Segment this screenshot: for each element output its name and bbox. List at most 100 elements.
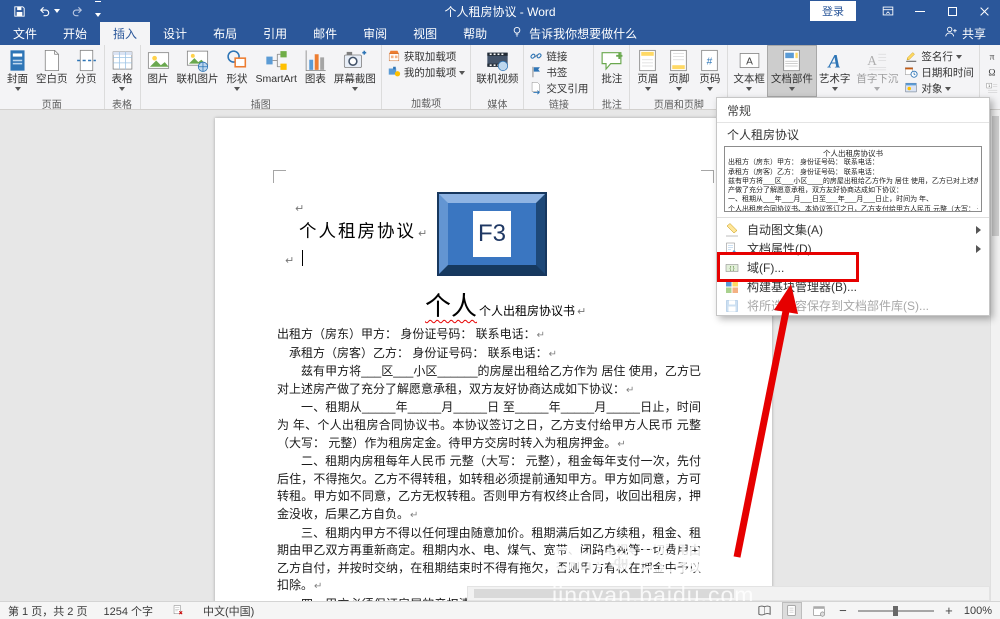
ribbon-button-link[interactable]: 链接: [526, 48, 591, 64]
status-bar-right: − + 100%: [756, 601, 1000, 619]
tab-home[interactable]: 开始: [50, 22, 100, 45]
undo-dropdown-arrow-icon[interactable]: [54, 9, 60, 13]
vertical-scrollbar[interactable]: [990, 110, 1000, 601]
tab-design[interactable]: 设计: [150, 22, 200, 45]
zoom-slider[interactable]: [857, 605, 934, 616]
ribbon-button-online-video[interactable]: 联机视频: [473, 46, 521, 96]
sign-in-button[interactable]: 登录: [810, 1, 856, 21]
document-page[interactable]: ↵ 个人租房协议 ↵ F3 个人 个人出租房协议书 出租方（房东）甲方： 身份证…: [215, 118, 772, 601]
language-indicator[interactable]: 中文(中国): [203, 603, 254, 619]
page-number-icon: #: [697, 48, 722, 73]
quick-access-toolbar: [0, 0, 113, 22]
ribbon-button-label: 形状: [226, 73, 248, 85]
redo-icon[interactable]: [70, 4, 85, 19]
preview-line: 产做了充分了解愿意承租，双方友好协商达成如下协议：: [728, 187, 903, 195]
zoom-level[interactable]: 100%: [964, 605, 992, 617]
ribbon-button-numbering[interactable]: 1编号: [982, 80, 1000, 96]
ribbon-button-blank-page[interactable]: 空白页: [33, 46, 71, 96]
ribbon-group-label: 插图: [250, 100, 271, 111]
ribbon-button-label: 对象: [921, 82, 943, 95]
ribbon-button-bookmark[interactable]: 书签: [526, 64, 591, 80]
dropdown-arrow-icon: [675, 87, 682, 91]
menu-item-field[interactable]: { } 域(F)...: [717, 258, 989, 277]
ribbon-group-label: 页面: [41, 100, 62, 111]
ribbon-button-screenshot[interactable]: 屏幕截图: [331, 46, 379, 96]
ribbon-group-label: 媒体: [487, 100, 508, 111]
menu-item-document-property[interactable]: 文档属性(D): [717, 239, 989, 258]
ribbon-button-cross-reference[interactable]: 交叉引用: [526, 80, 591, 96]
zoom-slider-thumb[interactable]: [892, 605, 898, 616]
ribbon-button-footer[interactable]: 页脚: [663, 46, 694, 96]
dropdown-arrow-icon: [14, 87, 21, 91]
undo-icon[interactable]: [37, 4, 60, 19]
customize-qat-icon[interactable]: [95, 0, 101, 22]
lightbulb-icon: [510, 25, 524, 42]
preview-line: 个人出租房合同协议书、本协议签订之日，乙方支付给甲方人民币 元整（大写： 元整）…: [728, 205, 978, 212]
comment-icon: [599, 48, 624, 73]
tab-insert[interactable]: 插入: [100, 22, 151, 45]
ribbon-group-header-footer-buttons: 页眉 页脚 # 页码: [632, 46, 725, 96]
ribbon-button-picture[interactable]: 图片: [143, 46, 174, 96]
ribbon-button-my-add-ins[interactable]: 我的加载项: [384, 64, 469, 80]
tell-me-box[interactable]: 告诉我你想要做什么: [500, 22, 647, 45]
equation-icon: π: [985, 49, 999, 63]
horizontal-scrollbar[interactable]: [467, 586, 990, 601]
ribbon-button-chart[interactable]: 图表: [300, 46, 331, 96]
document-subtitle: 个人 个人出租房协议书: [425, 286, 586, 323]
proofing-status-icon[interactable]: [169, 603, 187, 619]
ribbon-button-table[interactable]: 表格: [107, 46, 138, 96]
menu-item-autotext[interactable]: 自动图文集(A): [717, 220, 989, 239]
tab-mailings[interactable]: 邮件: [300, 22, 350, 45]
ribbon-button-shapes[interactable]: 形状: [222, 46, 253, 96]
zoom-in-button[interactable]: +: [943, 603, 955, 618]
ribbon-display-options-icon[interactable]: [872, 0, 904, 22]
ribbon-button-comment[interactable]: 批注: [596, 46, 627, 96]
ribbon-button-signature-line[interactable]: 签名行: [901, 48, 977, 64]
ribbon-button-cover-page[interactable]: 封面: [2, 46, 33, 96]
tab-help[interactable]: 帮助: [450, 22, 500, 45]
zoom-out-button[interactable]: −: [837, 603, 849, 618]
page-indicator[interactable]: 第 1 页，共 2 页: [8, 603, 87, 619]
menu-item-building-blocks-organizer[interactable]: 构建基块管理器(B)...: [717, 277, 989, 296]
ribbon-button-quick-parts[interactable]: 文档部件: [766, 45, 817, 97]
word-count[interactable]: 1254 个字: [103, 603, 153, 619]
ribbon-group-label: 加载项: [411, 99, 442, 110]
ribbon-button-header[interactable]: 页眉: [632, 46, 663, 96]
ribbon-button-label: 获取加载项: [403, 50, 457, 63]
read-mode-icon[interactable]: [756, 603, 774, 619]
ribbon-button-text-box[interactable]: A 文本框: [730, 46, 768, 96]
tab-layout[interactable]: 布局: [200, 22, 250, 45]
tab-references[interactable]: 引用: [250, 22, 300, 45]
ribbon-button-smartart[interactable]: SmartArt: [253, 46, 300, 96]
document-paragraph: 出租方（房东）甲方： 身份证号码： 联系电话：: [277, 326, 701, 345]
web-layout-icon[interactable]: [810, 603, 828, 619]
dropdown-arrow-icon: [945, 86, 952, 91]
menu-item-label: 文档属性(D): [747, 242, 812, 256]
ribbon-button-label: 联机图片: [176, 73, 219, 85]
print-layout-icon[interactable]: [781, 601, 802, 619]
vertical-scrollbar-thumb[interactable]: [992, 116, 999, 236]
ribbon-button-symbol[interactable]: Ω符号: [982, 64, 1000, 80]
horizontal-scrollbar-thumb[interactable]: [474, 589, 734, 598]
close-button[interactable]: [968, 0, 1000, 22]
ribbon-button-object[interactable]: 对象: [901, 80, 977, 96]
tab-view[interactable]: 视图: [400, 22, 450, 45]
ribbon-button-page-number[interactable]: # 页码: [694, 46, 725, 96]
maximize-button[interactable]: [936, 0, 968, 22]
minimize-button[interactable]: [904, 0, 936, 22]
ribbon-button-page-break[interactable]: 分页: [71, 46, 102, 96]
f3-key-image[interactable]: F3: [437, 192, 547, 276]
ribbon-button-get-add-ins[interactable]: 获取加载项: [384, 48, 469, 64]
ribbon-button-date-time[interactable]: 日期和时间: [901, 64, 977, 80]
tab-review[interactable]: 审阅: [350, 22, 400, 45]
ribbon-button-online-picture[interactable]: 联机图片: [174, 46, 222, 96]
pilcrow-mark: ↵: [285, 255, 295, 267]
ribbon-button-equation[interactable]: π公式: [982, 48, 1000, 64]
ribbon-group-illustrations-buttons: 图片 联机图片 形状 SmartArt 图表 屏幕截图: [143, 46, 379, 96]
save-icon[interactable]: [12, 4, 27, 19]
tab-file[interactable]: 文件: [0, 22, 50, 45]
share-button[interactable]: 共享: [930, 22, 1000, 45]
gallery-item-rental-agreement[interactable]: 个人租房协议 个人出租房协议书 出租方（房东）甲方： 身份证号码： 联系电话： …: [717, 123, 989, 212]
ribbon-button-wordart[interactable]: A 艺术字: [816, 46, 854, 96]
ribbon-button-label: 页码: [699, 73, 721, 85]
